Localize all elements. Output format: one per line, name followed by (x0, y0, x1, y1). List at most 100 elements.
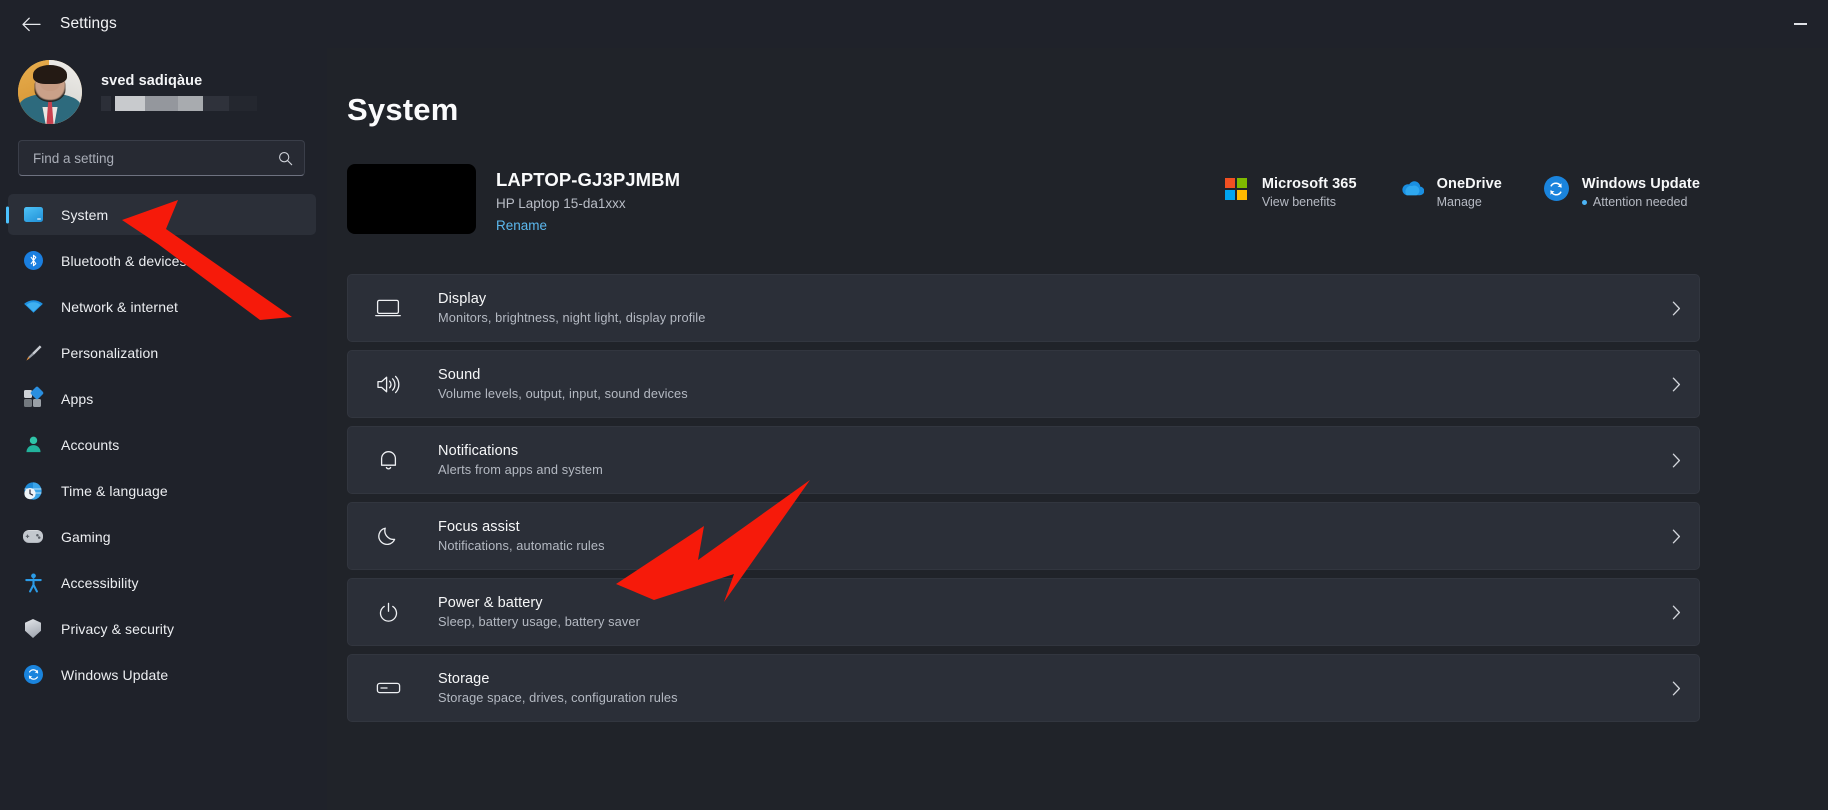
storage-icon (374, 674, 402, 702)
sidebar-item-label: Privacy & security (61, 620, 175, 637)
quick-link-subtitle: Attention needed (1581, 195, 1700, 209)
status-dot (1581, 199, 1587, 205)
wifi-icon (22, 296, 44, 318)
quick-link-title: Microsoft 365 (1261, 176, 1357, 192)
sidebar-item-label: Accessibility (61, 574, 139, 591)
gamepad-icon (22, 526, 44, 548)
minimize-button[interactable] (1772, 0, 1828, 48)
settings-row-subtitle: Notifications, automatic rules (438, 538, 605, 553)
moon-icon (374, 522, 402, 550)
main-content: System LAPTOP-GJ3PJMBM HP Laptop 15-da1x… (327, 48, 1828, 810)
chevron-right-icon (1672, 605, 1681, 620)
profile-name: sved sadiqàue (101, 73, 203, 89)
search-box[interactable] (18, 140, 305, 176)
settings-list: Display Monitors, brightness, night ligh… (347, 274, 1700, 722)
settings-row-title: Focus assist (438, 519, 520, 535)
sidebar-item-gaming[interactable]: Gaming (8, 516, 316, 557)
device-model: HP Laptop 15-da1xxx (496, 196, 626, 211)
update-refresh-icon (1543, 176, 1569, 201)
chevron-right-icon (1672, 453, 1681, 468)
settings-row-focus-assist[interactable]: Focus assist Notifications, automatic ru… (347, 502, 1700, 570)
sidebar-item-label: Windows Update (61, 666, 169, 683)
apps-icon (22, 385, 44, 410)
settings-row-title: Notifications (438, 443, 519, 459)
sidebar-item-apps[interactable]: Apps (8, 378, 316, 419)
page-title: System (347, 92, 459, 127)
minimize-icon (1793, 23, 1807, 25)
sidebar-item-accessibility[interactable]: Accessibility (8, 562, 316, 603)
quick-link-subtitle: View benefits (1261, 195, 1336, 209)
sidebar-item-label: Gaming (61, 528, 111, 545)
quick-link-title: Windows Update (1581, 176, 1700, 192)
quick-link-title: OneDrive (1436, 176, 1502, 192)
bell-icon (374, 446, 402, 474)
device-thumbnail (347, 164, 476, 234)
account-person-icon (22, 434, 44, 456)
monitor-icon (374, 294, 402, 322)
settings-row-title: Power & battery (438, 595, 543, 611)
search-icon[interactable] (278, 151, 293, 166)
settings-row-subtitle: Alerts from apps and system (438, 462, 603, 477)
settings-row-subtitle: Monitors, brightness, night light, displ… (438, 310, 706, 325)
window-controls (1772, 0, 1828, 48)
quick-link-subtitle: Manage (1436, 195, 1482, 209)
sidebar-item-network-internet[interactable]: Network & internet (8, 286, 316, 327)
bluetooth-icon (22, 250, 44, 272)
clock-globe-icon (22, 480, 44, 502)
chevron-right-icon (1672, 377, 1681, 392)
onedrive-cloud-icon (1399, 176, 1424, 201)
settings-row-sound[interactable]: Sound Volume levels, output, input, soun… (347, 350, 1700, 418)
sidebar-item-label: Time & language (61, 482, 168, 499)
sidebar-item-system[interactable]: System (8, 194, 316, 235)
chevron-right-icon (1672, 529, 1681, 544)
quick-link-microsoft-365[interactable]: Microsoft 365 View benefits (1224, 176, 1357, 209)
search-container (0, 140, 327, 176)
settings-row-subtitle: Sleep, battery usage, battery saver (438, 614, 640, 629)
user-profile[interactable]: sved sadiqàue (0, 48, 327, 134)
sidebar: sved sadiqàue Find a setting System Blue… (0, 48, 327, 810)
sidebar-item-time-language[interactable]: Time & language (8, 470, 316, 511)
search-input[interactable] (33, 150, 278, 166)
quick-link-windows-update[interactable]: Windows Update Attention needed (1543, 176, 1700, 209)
settings-row-title: Display (438, 291, 487, 307)
device-name: LAPTOP-GJ3PJMBM (496, 169, 681, 190)
title-bar: Settings (0, 0, 1828, 48)
quick-link-onedrive[interactable]: OneDrive Manage (1399, 176, 1502, 209)
settings-row-title: Storage (438, 671, 490, 687)
device-summary: LAPTOP-GJ3PJMBM HP Laptop 15-da1xxx Rena… (347, 164, 1700, 235)
sidebar-item-bluetooth-devices[interactable]: Bluetooth & devices (8, 240, 316, 281)
sidebar-item-label: Accounts (61, 436, 120, 453)
microsoft-logo-icon (1224, 176, 1249, 201)
sidebar-item-label: System (61, 206, 109, 223)
update-refresh-icon (22, 664, 44, 686)
speaker-icon (374, 370, 402, 398)
power-icon (374, 598, 402, 626)
window-title: Settings (60, 15, 117, 32)
settings-row-storage[interactable]: Storage Storage space, drives, configura… (347, 654, 1700, 722)
sidebar-item-label: Bluetooth & devices (61, 252, 187, 269)
sidebar-nav: System Bluetooth & devices Network & int… (0, 194, 327, 695)
accessibility-icon (22, 572, 44, 594)
user-avatar-photo (18, 60, 82, 124)
sidebar-item-privacy-security[interactable]: Privacy & security (8, 608, 316, 649)
settings-row-power-battery[interactable]: Power & battery Sleep, battery usage, ba… (347, 578, 1700, 646)
paintbrush-icon (22, 342, 44, 364)
sidebar-item-label: Network & internet (61, 298, 178, 315)
settings-row-notifications[interactable]: Notifications Alerts from apps and syste… (347, 426, 1700, 494)
system-icon (22, 204, 44, 226)
profile-email-redacted (101, 96, 257, 111)
settings-row-display[interactable]: Display Monitors, brightness, night ligh… (347, 274, 1700, 342)
sidebar-item-accounts[interactable]: Accounts (8, 424, 316, 465)
sidebar-item-label: Apps (61, 390, 94, 407)
sidebar-item-windows-update[interactable]: Windows Update (8, 654, 316, 695)
shield-icon (22, 618, 44, 640)
settings-window: Settings sved sadiqàue Find a setting Sy… (0, 0, 1828, 810)
back-arrow-icon (21, 17, 41, 32)
chevron-right-icon (1672, 681, 1681, 696)
rename-link[interactable]: Rename (496, 218, 547, 233)
back-button[interactable] (8, 7, 54, 41)
chevron-right-icon (1672, 301, 1681, 316)
quick-links: Microsoft 365 View benefits OneDrive Man… (1224, 164, 1700, 209)
settings-row-title: Sound (438, 367, 481, 383)
sidebar-item-personalization[interactable]: Personalization (8, 332, 316, 373)
